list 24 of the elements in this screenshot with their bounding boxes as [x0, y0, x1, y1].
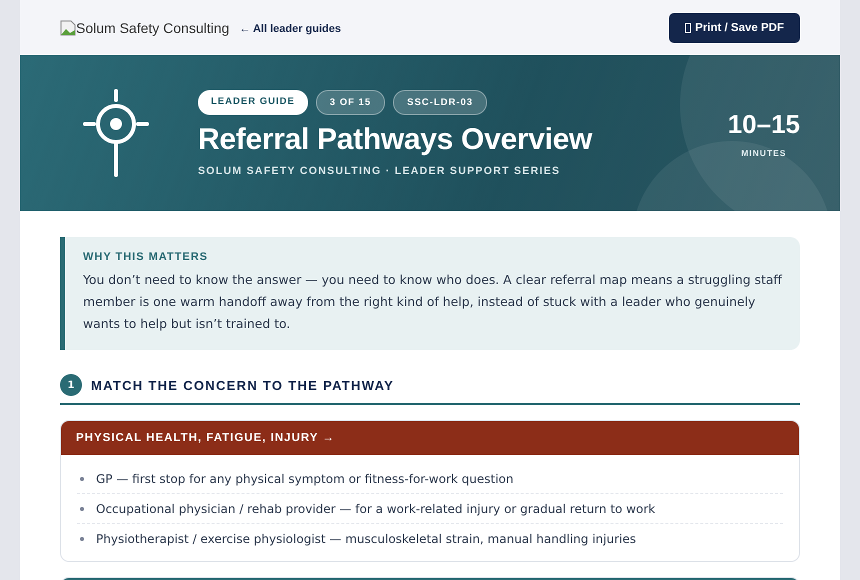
bullet-icon — [80, 506, 84, 510]
pathway-item: GP — first stop for any physical symptom or fitness-for-work question — [96, 472, 514, 486]
pathway-item: Occupational physician / rehab provider — for a work-related injury or gradual return to work — [96, 502, 656, 516]
tag: SSC-LDR-03 — [393, 90, 488, 114]
pathway-item: Physiotherapist / exercise physiologist — musculoskeletal strain, manual handling injuries — [96, 532, 636, 546]
page-title: Referral Pathways Overview — [198, 122, 592, 156]
tag: LEADER GUIDE — [198, 90, 308, 114]
bullet-icon — [80, 476, 84, 480]
crosshair-icon — [82, 88, 150, 178]
callout-heading: WHY THIS MATTERS — [83, 251, 209, 263]
broken-image-icon — [60, 20, 76, 36]
subtitle: SOLUM SAFETY CONSULTING · LEADER SUPPORT SERIES — [198, 164, 562, 176]
print-button[interactable]: Print / Save PDF — [669, 12, 800, 42]
section-title: MATCH THE CONCERN TO THE PATHWAY — [91, 378, 394, 392]
callout-text: You don’t need to know the answer — you need to know who does. A clear referral map means a struggling staff member is one warm handoff away from the right kind of help, instead of stuck with a leader who genuinely wants to help but isn’t trained to. — [83, 271, 782, 333]
bullet-icon — [80, 536, 84, 540]
card-title: PHYSICAL HEALTH, FATIGUE, INJURY → — [76, 432, 335, 444]
missing-glyph-icon — [685, 22, 692, 32]
duration: 10–15 — [728, 108, 800, 140]
duration-unit: MINUTES — [741, 148, 786, 158]
logo-alt-text: Solum Safety Consulting — [76, 20, 230, 36]
step-number: 1 — [60, 374, 82, 396]
back-link[interactable]: ← All leader guides — [239, 22, 341, 34]
tag: 3 OF 15 — [316, 90, 386, 114]
